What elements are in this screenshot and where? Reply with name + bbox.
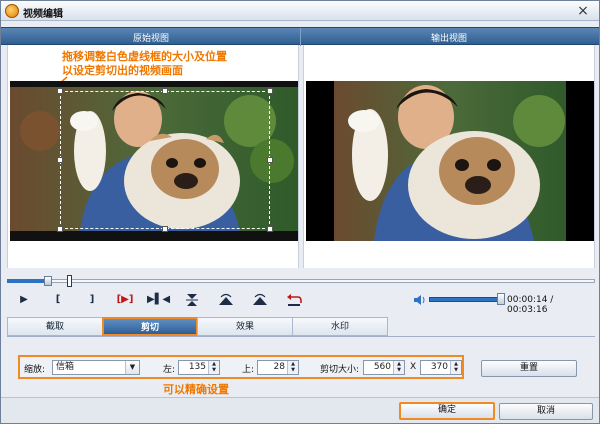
left-offset-label: 左: — [163, 365, 176, 375]
timeline-thumb[interactable] — [44, 276, 53, 286]
spin-arrows-icon[interactable]: ▲ ▼ — [208, 361, 219, 374]
cancel-button[interactable]: 取消 — [499, 403, 593, 420]
crop-width-value: 560 — [373, 362, 391, 372]
crop-handle-bottom-right[interactable] — [267, 226, 273, 232]
precise-hint: 可以精确设置 — [163, 383, 229, 396]
drag-hint: 拖移调整白色虚线框的大小及位置 以设定剪切出的视频画面 — [62, 50, 227, 78]
zoom-select[interactable]: 信箱 ▼ — [52, 360, 140, 375]
crop-settings-group: 缩放: 信箱 ▼ 左: 135 ▲ ▼ 上: 28 ▲ ▼ 剪切大小: 560 ▲ ▼… — [18, 355, 464, 379]
crop-height-value: 370 — [430, 362, 448, 372]
undo-icon[interactable] — [285, 291, 303, 309]
volume-thumb[interactable] — [497, 293, 505, 305]
chevron-down-icon[interactable]: ▼ — [125, 361, 139, 374]
crop-handle-bottom[interactable] — [162, 226, 168, 232]
edit-tabs: 截取 剪切 效果 水印 — [7, 317, 595, 337]
output-preview-pane — [303, 45, 595, 268]
tab-watermark[interactable]: 水印 — [292, 317, 388, 336]
drag-hint-line-1: 拖移调整白色虚线框的大小及位置 — [62, 50, 227, 63]
view-header-bar: 原始视图 输出视图 — [1, 27, 599, 46]
volume-icon[interactable] — [413, 294, 427, 306]
view-divider — [300, 28, 301, 46]
step-frame-button[interactable]: ▶▌◀ — [147, 291, 170, 309]
spin-arrows-icon[interactable]: ▲ ▼ — [450, 361, 461, 374]
zoom-select-value: 信箱 — [56, 362, 75, 372]
flip-vertical-icon[interactable] — [183, 291, 201, 309]
play-button[interactable]: ▶ — [15, 291, 33, 309]
tab-crop[interactable]: 剪切 — [102, 317, 198, 336]
timeline-marker[interactable] — [66, 275, 72, 287]
original-view-label: 原始视图 — [133, 34, 170, 44]
play-selection-button[interactable]: [▶] — [111, 291, 139, 309]
top-offset-value: 28 — [273, 362, 285, 372]
crop-handle-bottom-left[interactable] — [57, 226, 63, 232]
rotate-right-icon[interactable] — [251, 291, 269, 309]
left-offset-stepper[interactable]: 135 ▲ ▼ — [178, 360, 220, 375]
spin-arrows-icon[interactable]: ▲ ▼ — [393, 361, 404, 374]
close-button[interactable]: × — [575, 3, 591, 19]
app-icon — [5, 4, 19, 18]
crop-handle-top[interactable] — [162, 88, 168, 94]
tab-trim[interactable]: 截取 — [7, 317, 103, 336]
window-title: 视频编辑 — [23, 9, 63, 20]
crop-height-stepper[interactable]: 370 ▲ ▼ — [420, 360, 462, 375]
playback-time: 00:00:14 / 00:03:16 — [507, 295, 554, 315]
reset-button[interactable]: 重置 — [481, 360, 577, 377]
volume-slider[interactable] — [429, 297, 503, 302]
ok-button[interactable]: 确定 — [399, 402, 495, 420]
crop-width-stepper[interactable]: 560 ▲ ▼ — [363, 360, 405, 375]
crop-handle-left[interactable] — [57, 157, 63, 163]
output-view-label: 输出视图 — [431, 34, 468, 44]
zoom-label: 缩放: — [24, 365, 46, 375]
mark-in-button[interactable]: [ — [49, 291, 67, 309]
top-offset-label: 上: — [242, 365, 255, 375]
original-preview-pane: 拖移调整白色虚线框的大小及位置 以设定剪切出的视频画面 — [7, 45, 299, 268]
output-video-frame — [306, 81, 594, 241]
title-bar[interactable]: 视频编辑 × — [1, 1, 599, 21]
timeline-progress — [7, 279, 49, 283]
dialog-footer: 确定 取消 — [1, 397, 599, 423]
crop-size-label: 剪切大小: — [320, 365, 360, 375]
crop-handle-top-right[interactable] — [267, 88, 273, 94]
top-offset-stepper[interactable]: 28 ▲ ▼ — [257, 360, 299, 375]
timeline-slider[interactable] — [7, 275, 595, 287]
output-scene-image — [334, 81, 566, 241]
playback-controls: ▶ [ ] [▶] ▶▌◀ 00:00:14 / 00:03:16 — [7, 291, 595, 315]
drag-hint-line-2: 以设定剪切出的视频画面 — [62, 64, 183, 77]
crop-handle-top-left[interactable] — [57, 88, 63, 94]
tab-effects[interactable]: 效果 — [197, 317, 293, 336]
mark-out-button[interactable]: ] — [83, 291, 101, 309]
crop-handle-right[interactable] — [267, 157, 273, 163]
rotate-left-icon[interactable] — [217, 291, 235, 309]
video-edit-window: 视频编辑 × 原始视图 输出视图 拖移调整白色虚线框的大小及位置 以设定剪切出的… — [0, 0, 600, 424]
crop-selection-box[interactable] — [60, 91, 270, 229]
timeline-track[interactable] — [7, 279, 595, 283]
spin-arrows-icon[interactable]: ▲ ▼ — [287, 361, 298, 374]
left-offset-value: 135 — [188, 362, 206, 372]
size-separator-label: X — [410, 362, 417, 372]
